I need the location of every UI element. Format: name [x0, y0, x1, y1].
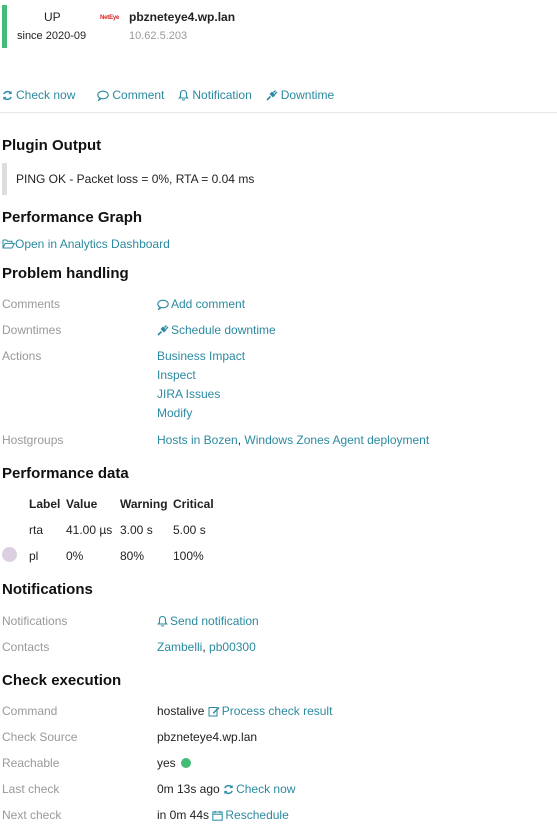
reschedule-link[interactable]: Reschedule	[212, 808, 289, 822]
schedule-downtime-link[interactable]: Schedule downtime	[157, 323, 276, 337]
send-notification-link[interactable]: Send notification	[157, 614, 259, 628]
contact-link[interactable]: Zambelli	[157, 640, 202, 654]
command-row: hostalive Process check result	[157, 704, 332, 718]
perf-pie-icon	[2, 547, 17, 562]
check-now-label: Check now	[236, 782, 296, 796]
contacts-list: Zambelli, pb00300	[157, 640, 256, 654]
bell-icon	[178, 89, 190, 101]
last-check-value: 0m 13s ago	[157, 782, 220, 796]
plug-icon	[266, 90, 278, 101]
last-check-label: Last check	[2, 782, 60, 796]
next-check-row: in 0m 44s Reschedule	[157, 808, 289, 822]
column-header-critical: Critical	[173, 497, 214, 511]
add-comment-link[interactable]: Add comment	[157, 297, 245, 311]
comment-label: Comment	[112, 88, 165, 102]
reschedule-label: Reschedule	[225, 808, 289, 822]
reachable-label: Reachable	[2, 756, 60, 770]
folder-open-icon	[2, 239, 16, 249]
hostgroups-list: Hosts in Bozen, Windows Zones Agent depl…	[157, 433, 429, 447]
host-name: pbzneteye4.wp.lan	[129, 10, 236, 24]
command-value: hostalive	[157, 704, 205, 718]
plugin-output-box: PING OK - Packet loss = 0%, RTA = 0.04 m…	[2, 163, 507, 195]
refresh-icon	[224, 784, 233, 795]
perf-value-cell: 0%	[66, 549, 84, 563]
process-check-result-link[interactable]: Process check result	[208, 704, 333, 718]
comment-button[interactable]: Comment	[97, 88, 164, 102]
downtimes-label: Downtimes	[2, 323, 62, 337]
schedule-downtime-label: Schedule downtime	[171, 323, 276, 337]
refresh-icon	[3, 90, 12, 100]
problem-handling-heading: Problem handling	[2, 265, 129, 282]
column-header-warning: Warning	[120, 497, 168, 511]
reachable-value: yes	[157, 756, 176, 770]
action-inspect-link[interactable]: Inspect	[157, 368, 196, 382]
comment-icon	[157, 299, 169, 311]
last-check-row: 0m 13s ago Check now	[157, 782, 295, 796]
check-now-link[interactable]: Check now	[223, 782, 295, 796]
actions-label: Actions	[2, 349, 42, 363]
calendar-icon	[212, 810, 224, 821]
quick-actions: Check now Comment Notification Downtime	[2, 88, 348, 102]
contact-link[interactable]: pb00300	[209, 640, 256, 654]
analytics-dashboard-link[interactable]: Open in Analytics Dashboard	[2, 237, 170, 251]
process-check-result-label: Process check result	[221, 704, 333, 718]
plugin-output-heading: Plugin Output	[2, 137, 102, 154]
column-header-value: Value	[66, 497, 98, 511]
action-business-impact-link[interactable]: Business Impact	[157, 349, 245, 363]
perf-warning-cell: 3.00 s	[120, 523, 153, 537]
state-indicator-bar	[2, 5, 7, 48]
plugin-output-text: PING OK - Packet loss = 0%, RTA = 0.04 m…	[16, 172, 255, 186]
hostgroups-label: Hostgroups	[2, 433, 64, 447]
next-check-label: Next check	[2, 808, 62, 822]
perf-warning-cell: 80%	[120, 549, 145, 563]
add-comment-label: Add comment	[171, 297, 246, 311]
bell-icon	[157, 615, 168, 627]
performance-data-heading: Performance data	[2, 465, 129, 482]
command-label: Command	[2, 704, 58, 718]
column-header-label: Label	[29, 497, 61, 511]
perf-critical-cell: 5.00 s	[173, 523, 206, 537]
neteye-logo-icon: NetEye	[100, 15, 120, 21]
send-notification-label: Send notification	[170, 614, 259, 628]
downtime-button[interactable]: Downtime	[266, 88, 334, 102]
separator: ,	[237, 433, 242, 447]
edit-icon	[208, 707, 220, 717]
analytics-dashboard-label: Open in Analytics Dashboard	[15, 237, 170, 251]
host-header: UP since 2020-09 NetEye pbzneteye4.wp.la…	[0, 0, 557, 60]
next-check-value: in 0m 44s	[157, 808, 210, 822]
notifications-label: Notifications	[2, 614, 68, 628]
reachable-row: yes	[157, 756, 192, 770]
perf-value-cell: 41.00 µs	[66, 523, 113, 537]
action-modify-link[interactable]: Modify	[157, 406, 192, 420]
perf-critical-cell: 100%	[173, 549, 204, 563]
notifications-heading: Notifications	[2, 581, 93, 598]
action-jira-issues-link[interactable]: JIRA Issues	[157, 387, 220, 401]
plug-icon	[157, 325, 169, 336]
performance-graph-heading: Performance Graph	[2, 209, 143, 226]
notification-button[interactable]: Notification	[178, 88, 252, 102]
contacts-label: Contacts	[2, 640, 50, 654]
perf-label-cell: rta	[29, 523, 44, 537]
host-address: 10.62.5.203	[129, 30, 188, 42]
check-now-label: Check now	[16, 88, 76, 102]
hostgroup-link[interactable]: Hosts in Bozen	[157, 433, 238, 447]
perf-label-cell: pl	[29, 549, 39, 563]
check-source-label: Check Source	[2, 730, 78, 744]
check-now-button[interactable]: Check now	[2, 88, 75, 102]
check-execution-heading: Check execution	[2, 672, 122, 689]
check-source-value: pbzneteye4.wp.lan	[157, 730, 258, 744]
host-state: UP	[44, 10, 61, 24]
separator: ,	[202, 640, 206, 654]
downtime-label: Downtime	[280, 88, 335, 102]
state-since: since 2020-09	[17, 30, 87, 42]
comments-label: Comments	[2, 297, 61, 311]
comment-icon	[97, 90, 110, 101]
divider	[0, 112, 557, 113]
notification-label: Notification	[192, 88, 252, 102]
hostgroup-link[interactable]: Windows Zones Agent deployment	[244, 433, 429, 447]
reachable-status-icon	[181, 758, 192, 768]
